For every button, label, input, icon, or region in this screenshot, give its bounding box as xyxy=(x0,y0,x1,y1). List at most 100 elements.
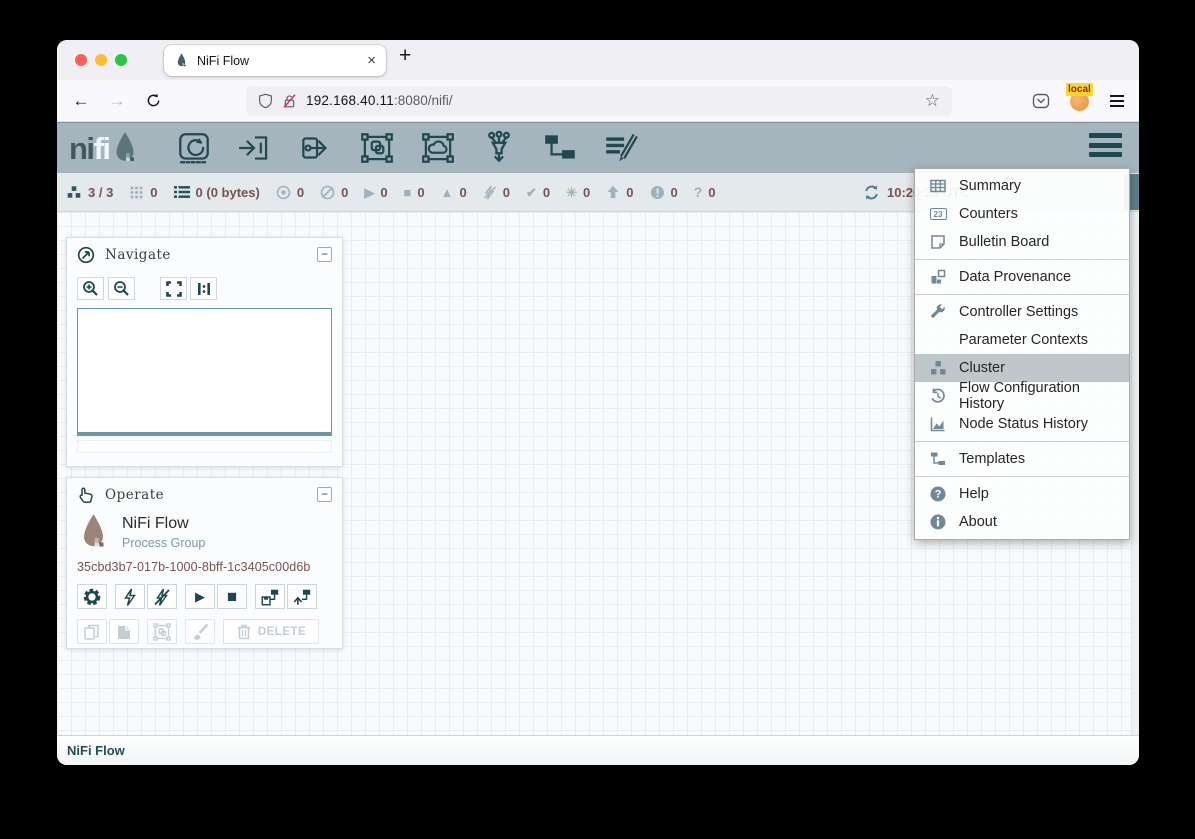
close-tab-icon[interactable]: × xyxy=(367,53,376,68)
cluster-icon xyxy=(928,359,948,377)
collapse-operate-button[interactable]: − xyxy=(317,487,332,502)
zoom-window-button[interactable] xyxy=(115,54,127,66)
locally-modified-status: ✳ 0 xyxy=(566,185,590,200)
navigate-buttons xyxy=(77,277,332,300)
navigate-panel-title: Navigate xyxy=(105,247,307,263)
delete-button[interactable]: DELETE xyxy=(223,619,319,644)
breadcrumb[interactable]: NiFi Flow xyxy=(67,743,125,758)
stopped-status: ■ 0 xyxy=(404,185,425,200)
close-window-button[interactable] xyxy=(75,54,87,66)
start-button[interactable]: ▶ xyxy=(185,584,215,609)
minimize-window-button[interactable] xyxy=(95,54,107,66)
new-tab-button[interactable]: + xyxy=(399,44,411,68)
threads-icon xyxy=(129,185,144,200)
menu-item-controller-settings[interactable]: Controller Settings xyxy=(915,298,1129,326)
trash-icon xyxy=(236,623,252,640)
nifi-logo: nifi xyxy=(69,131,138,165)
navigate-minimap-strip xyxy=(77,440,332,453)
pocket-icon[interactable] xyxy=(1023,80,1059,122)
url-path: :8080/nifi/ xyxy=(394,93,453,108)
help-icon: ? xyxy=(928,485,948,503)
profile-avatar[interactable]: local xyxy=(1061,80,1097,122)
menu-item-templates[interactable]: Templates xyxy=(915,445,1129,473)
operate-panel: Operate − NiFi Flow Process Group 35cbd3… xyxy=(66,477,343,649)
paintbrush-icon xyxy=(190,622,210,642)
refresh-icon[interactable] xyxy=(863,184,880,201)
nifi-header: nifi xyxy=(57,122,1139,173)
process-group-icon[interactable] xyxy=(358,129,396,167)
svg-text:?: ? xyxy=(935,489,942,501)
browser-tab[interactable]: NiFi Flow × xyxy=(164,45,386,76)
menu-item-data-provenance[interactable]: Data Provenance xyxy=(915,263,1129,291)
nifi-favicon-droplet-icon xyxy=(174,53,189,68)
browser-menu-button[interactable] xyxy=(1099,80,1135,122)
about-icon xyxy=(928,513,948,531)
paste-button[interactable] xyxy=(109,619,139,644)
zoom-in-button[interactable] xyxy=(77,277,104,300)
configure-button[interactable] xyxy=(77,584,107,609)
global-menu-button[interactable] xyxy=(1089,133,1122,157)
menu-item-counters[interactable]: 23 Counters xyxy=(915,200,1129,228)
zoom-actual-size-button[interactable] xyxy=(190,277,217,300)
lightning-icon xyxy=(120,587,140,607)
menu-item-cluster[interactable]: Cluster xyxy=(915,354,1129,382)
back-button[interactable]: ← xyxy=(65,85,97,117)
forward-button[interactable]: → xyxy=(101,85,133,117)
menu-item-bulletin-board[interactable]: Bulletin Board xyxy=(915,228,1129,256)
reload-button[interactable] xyxy=(137,85,169,117)
browser-navbar: ← → 192.168.40.11:8080/nifi/ ☆ local xyxy=(57,80,1139,122)
stop-button[interactable]: ■ xyxy=(217,584,247,609)
save-template-icon xyxy=(260,587,280,607)
stop-icon: ■ xyxy=(227,588,237,605)
remote-process-group-icon[interactable] xyxy=(419,129,457,167)
data-provenance-icon xyxy=(928,268,948,286)
summary-table-icon xyxy=(928,177,948,195)
group-button[interactable] xyxy=(147,619,177,644)
change-color-button[interactable] xyxy=(185,619,215,644)
menu-divider xyxy=(915,441,1129,442)
operate-panel-title: Operate xyxy=(105,487,307,503)
output-port-icon[interactable] xyxy=(297,129,335,167)
menu-item-summary[interactable]: Summary xyxy=(915,172,1129,200)
upload-template-button[interactable] xyxy=(287,584,317,609)
browser-tab-bar: NiFi Flow × + xyxy=(57,40,1139,80)
breadcrumb-bar: NiFi Flow xyxy=(57,735,1139,765)
component-toolbar xyxy=(175,129,640,167)
sync-failure-icon: ? xyxy=(694,185,703,199)
cluster-icon xyxy=(66,185,82,200)
reload-icon xyxy=(146,93,161,108)
url-host: 192.168.40.11 xyxy=(306,93,394,108)
copy-button[interactable] xyxy=(77,619,107,644)
queued-status: 0 (0 bytes) xyxy=(174,185,260,200)
tab-title: NiFi Flow xyxy=(197,54,367,68)
menu-item-about[interactable]: About xyxy=(915,508,1129,536)
url-bar[interactable]: 192.168.40.11:8080/nifi/ ☆ xyxy=(246,86,952,116)
funnel-icon[interactable] xyxy=(480,129,518,167)
enable-button[interactable] xyxy=(115,584,145,609)
menu-item-flow-configuration-history[interactable]: Flow Configuration History xyxy=(915,382,1129,410)
menu-item-parameter-contexts[interactable]: Parameter Contexts xyxy=(915,326,1129,354)
disable-button[interactable] xyxy=(147,584,177,609)
up-to-date-icon: ✔ xyxy=(526,186,537,199)
menu-item-help[interactable]: ? Help xyxy=(915,480,1129,508)
zoom-out-button[interactable] xyxy=(108,277,135,300)
navigate-panel: Navigate − xyxy=(66,237,343,467)
global-menu-dropdown: Summary 23 Counters Bulletin Board Data … xyxy=(914,168,1130,540)
save-template-button[interactable] xyxy=(255,584,285,609)
traffic-lights xyxy=(75,54,127,66)
menu-item-node-status-history[interactable]: Node Status History xyxy=(915,410,1129,438)
processor-icon[interactable] xyxy=(175,129,213,167)
url-text: 192.168.40.11:8080/nifi/ xyxy=(306,92,452,110)
selected-component: NiFi Flow Process Group xyxy=(79,513,330,551)
label-icon[interactable] xyxy=(602,129,640,167)
navigate-minimap[interactable] xyxy=(77,308,332,436)
logo-text-fi: fi xyxy=(94,131,110,166)
collapse-navigate-button[interactable]: − xyxy=(317,247,332,262)
canvas-scrollbar-track[interactable] xyxy=(1131,212,1139,735)
input-port-icon[interactable] xyxy=(236,129,274,167)
template-icon[interactable] xyxy=(541,129,579,167)
component-type: Process Group xyxy=(122,536,205,550)
bookmark-star-icon[interactable]: ☆ xyxy=(925,91,940,111)
controller-settings-icon xyxy=(928,303,948,321)
zoom-fit-button[interactable] xyxy=(160,277,187,300)
